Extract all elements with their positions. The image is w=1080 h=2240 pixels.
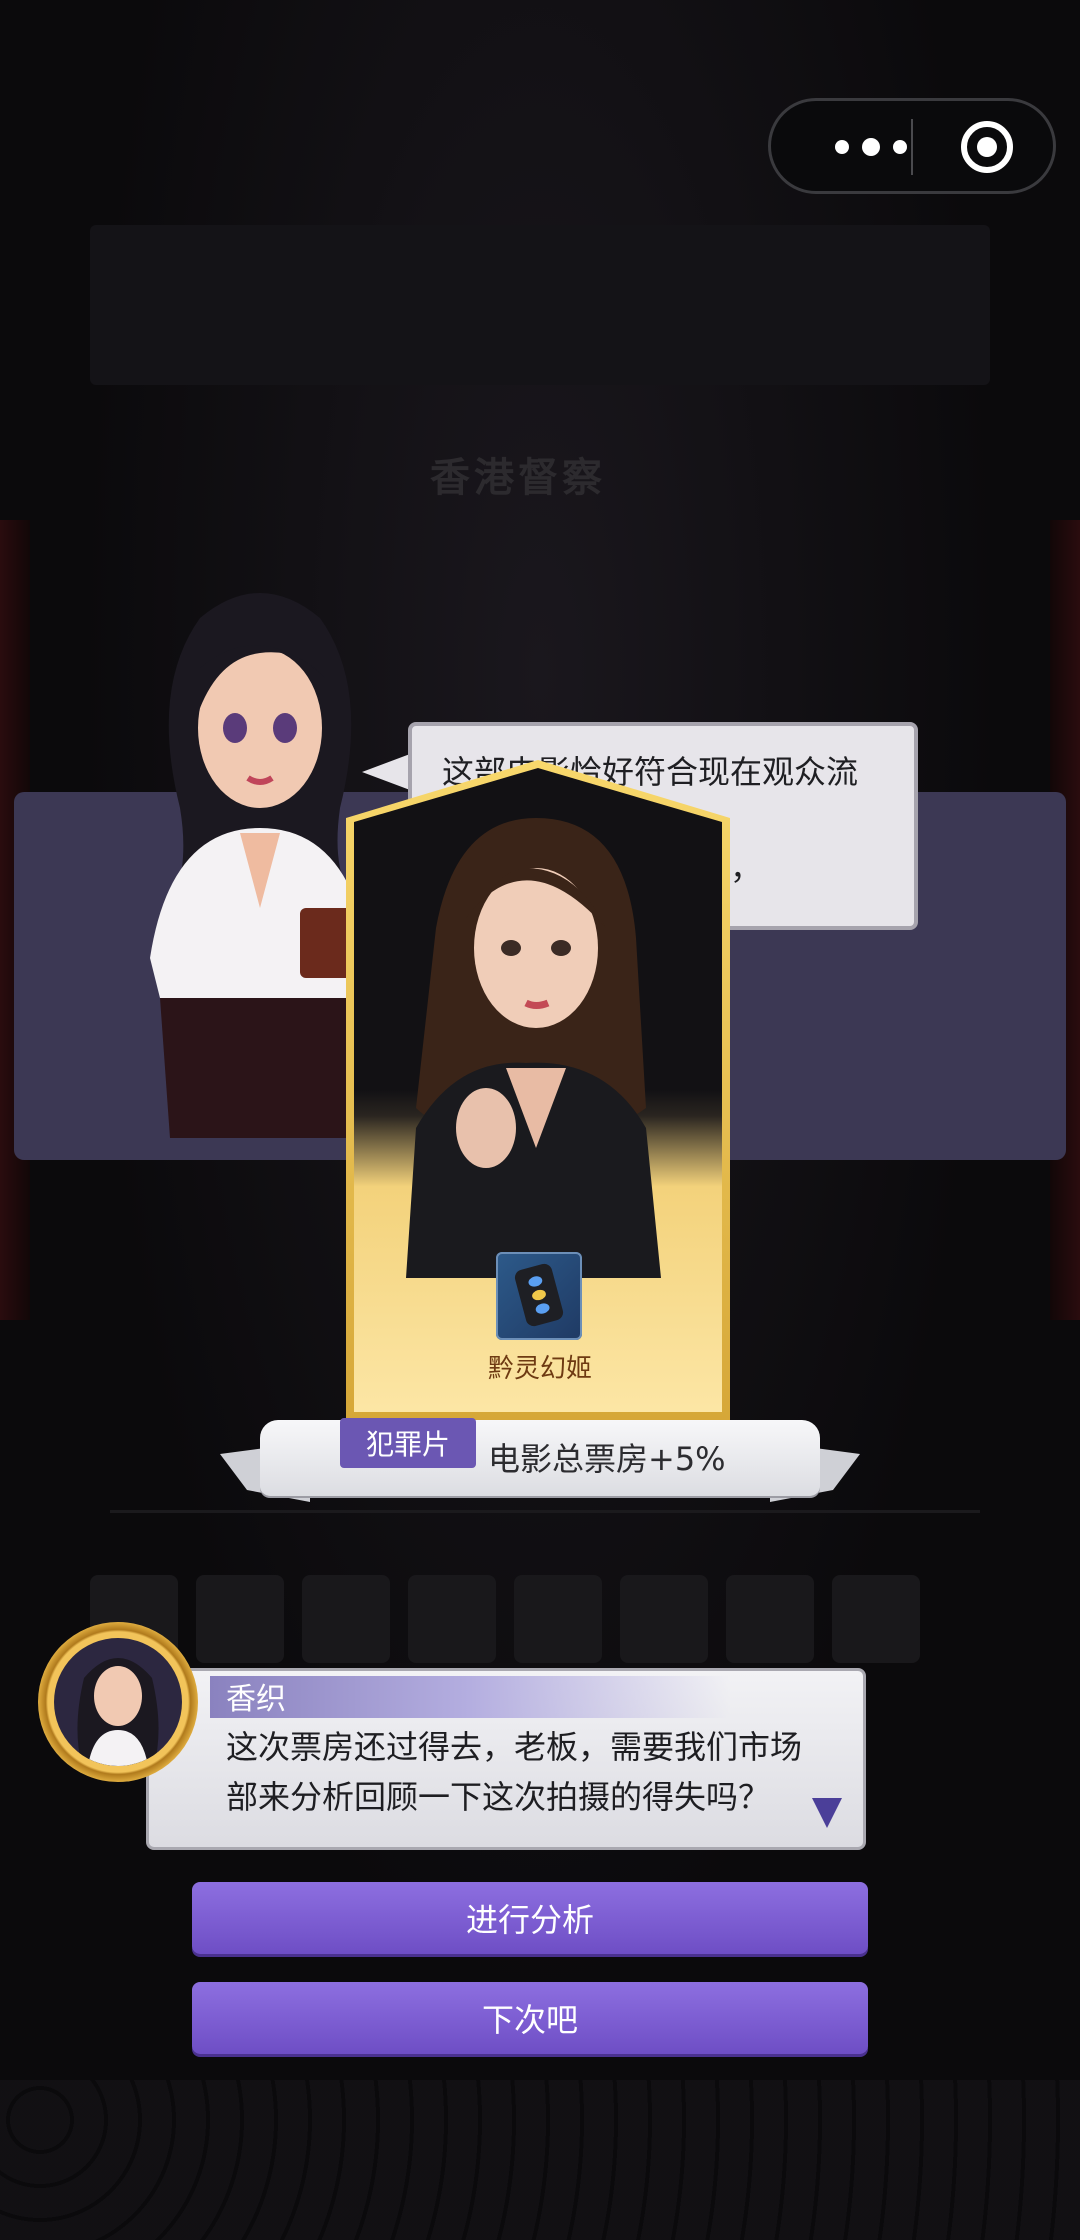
- speaker-avatar: [38, 1622, 198, 1782]
- next-arrow-icon[interactable]: [812, 1798, 842, 1828]
- dialogue-text: 这次票房还过得去，老板，需要我们市场 部来分析回顾一下这次拍摄的得失吗？: [226, 1722, 846, 1822]
- background-slot: [302, 1575, 390, 1663]
- background-slot: [726, 1575, 814, 1663]
- close-miniprogram-icon[interactable]: [961, 121, 1013, 173]
- dialogue-line: 部来分析回顾一下这次拍摄的得失吗？: [226, 1778, 771, 1816]
- genre-tag: 犯罪片: [340, 1418, 476, 1468]
- speaker-name-band: [210, 1676, 730, 1718]
- item-name: 黔灵幻姬: [487, 1354, 592, 1384]
- dialogue-line: 这次票房还过得去，老板，需要我们市场: [226, 1728, 803, 1766]
- analyze-button[interactable]: 进行分析: [192, 1882, 868, 1954]
- actor-portrait: [406, 818, 661, 1278]
- capsule-divider: [911, 119, 913, 175]
- actor-card[interactable]: [346, 760, 730, 1420]
- background-signboard: [90, 225, 990, 385]
- phone-item-icon: [496, 1252, 582, 1340]
- speaker-name: 香织: [226, 1682, 286, 1717]
- avatar-portrait: [77, 1658, 159, 1766]
- background-slot: [832, 1575, 920, 1663]
- background-slot: [514, 1575, 602, 1663]
- background-movie-title: 香港督察: [430, 455, 606, 501]
- more-icon[interactable]: [811, 127, 931, 167]
- theater-seats: [0, 2080, 1080, 2240]
- miniprogram-capsule: [768, 98, 1056, 194]
- background-slot: [408, 1575, 496, 1663]
- background-slot: [196, 1575, 284, 1663]
- background-slot: [620, 1575, 708, 1663]
- box-office-bonus-text: 电影总票房+5%: [488, 1440, 726, 1478]
- next-time-button[interactable]: 下次吧: [192, 1982, 868, 2054]
